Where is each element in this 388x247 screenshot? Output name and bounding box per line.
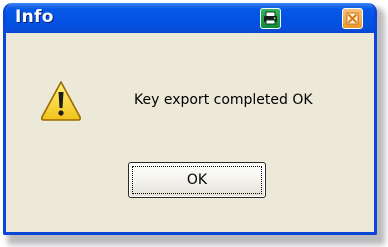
close-icon (346, 12, 359, 25)
message-text: Key export completed OK (134, 92, 313, 108)
warning-icon (39, 79, 83, 123)
info-dialog: Info Key export completed OK OK (3, 3, 377, 235)
print-button[interactable] (260, 8, 281, 29)
window-title: Info (15, 7, 54, 27)
ok-button[interactable]: OK (128, 162, 266, 198)
title-bar[interactable]: Info (6, 3, 374, 33)
close-button[interactable] (342, 8, 363, 29)
printer-icon (264, 11, 277, 25)
